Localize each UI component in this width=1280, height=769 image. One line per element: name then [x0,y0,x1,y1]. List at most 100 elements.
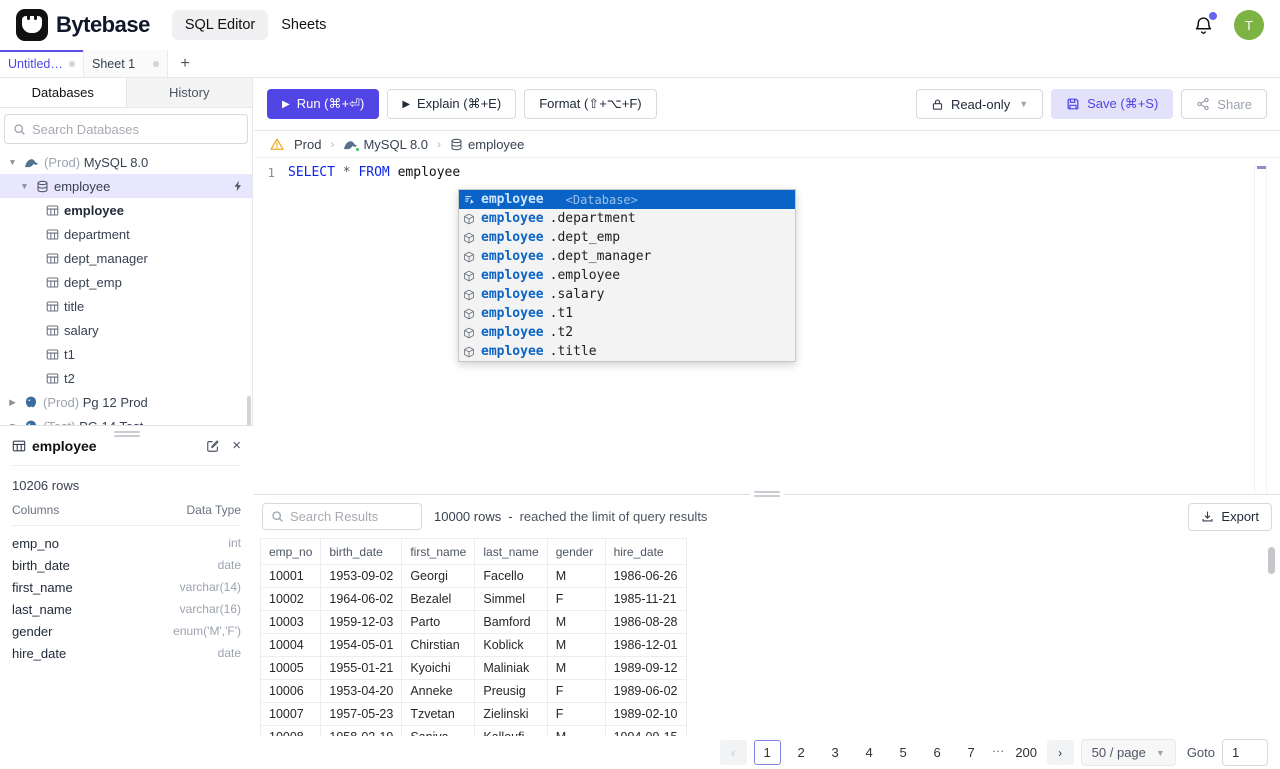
table-row[interactable]: 10005 1955-01-21 Kyoichi Maliniak M 1989-09-1… [259,656,1280,680]
table-cell[interactable]: 10003 [259,610,322,634]
autocomplete-item[interactable]: employee .employee [459,266,795,285]
share-button[interactable]: Share [1181,89,1267,119]
page-button-6[interactable]: 6 [924,740,951,765]
page-button-4[interactable]: 4 [856,740,883,765]
autocomplete-item[interactable]: employee .t2 [459,323,795,342]
breadcrumb-env[interactable]: Prod [294,137,321,152]
sidebar-tab-history[interactable]: History [127,78,253,107]
sql-editor[interactable]: 1 SELECT * FROM employee employee <Databa… [254,163,1280,499]
readonly-mode-button[interactable]: Read-only ▼ [915,89,1044,119]
chevron-right-icon[interactable]: ▶ [6,397,19,408]
table-cell[interactable]: Georgi [401,564,476,588]
table-cell[interactable]: 10005 [259,656,322,680]
results-search-input[interactable] [290,509,413,524]
autocomplete-item[interactable]: employee <Database> [459,190,795,209]
table-cell[interactable]: 1989-02-10 [604,702,687,726]
results-scrollbar[interactable] [1268,547,1275,574]
column-header-birth_date[interactable]: birth_date [320,538,403,565]
column-header-gender[interactable]: gender [546,538,606,565]
results-resize-handle[interactable] [750,489,784,499]
table-cell[interactable]: F [546,679,606,703]
table-cell[interactable]: 1985-11-21 [604,587,687,611]
table-cell[interactable]: Simmel [474,587,548,611]
table-cell[interactable]: 1955-01-21 [320,656,403,680]
nav-sql-editor[interactable]: SQL Editor [171,10,269,40]
column-header-last_name[interactable]: last_name [474,538,548,565]
run-button[interactable]: ▶ Run (⌘+⏎) [267,89,380,119]
table-row[interactable]: 10004 1954-05-01 Chirstian Koblick M 1986-12-… [259,633,1280,657]
next-page-button[interactable]: › [1046,740,1074,765]
close-icon[interactable]: × [232,438,241,453]
table-cell[interactable]: 1986-06-26 [604,564,687,588]
page-button-7[interactable]: 7 [958,740,985,765]
avatar[interactable]: T [1234,10,1264,40]
table-cell[interactable]: 10001 [259,564,322,588]
table-cell[interactable]: 1964-06-02 [320,587,403,611]
tree-item-pg-12-prod[interactable]: ▶ (Prod) Pg 12 Prod [0,390,252,414]
table-row[interactable]: 10002 1964-06-02 Bezalel Simmel F 1985-11-21 [259,587,1280,611]
table-cell[interactable]: Preusig [474,679,548,703]
tree-item-employee[interactable]: employee [0,198,252,222]
table-cell[interactable]: 10002 [259,587,322,611]
sheet-tab[interactable]: Sheet 1 [84,50,168,77]
table-cell[interactable]: F [546,702,606,726]
tree-item-department[interactable]: department [0,222,252,246]
table-cell[interactable]: M [546,633,606,657]
table-cell[interactable]: 1986-12-01 [604,633,687,657]
tree-item-salary[interactable]: salary [0,318,252,342]
table-cell[interactable]: Facello [474,564,548,588]
table-cell[interactable]: Tzvetan [401,702,476,726]
table-cell[interactable]: M [546,564,606,588]
table-cell[interactable]: Anneke [401,679,476,703]
goto-page-input[interactable] [1222,739,1268,766]
export-button[interactable]: Export [1188,502,1272,531]
table-cell[interactable]: Kyoichi [401,656,476,680]
table-cell[interactable]: 1989-06-02 [604,679,687,703]
table-cell[interactable]: 1957-05-23 [320,702,403,726]
table-cell[interactable]: Chirstian [401,633,476,657]
schema-panel-resize-handle[interactable] [113,429,140,439]
edit-schema-icon[interactable] [206,439,220,453]
results-search[interactable] [262,503,422,530]
table-cell[interactable]: Bamford [474,610,548,634]
tree-item-dept_manager[interactable]: dept_manager [0,246,252,270]
page-button-2[interactable]: 2 [788,740,815,765]
table-row[interactable]: 10007 1957-05-23 Tzvetan Zielinski F 1989-02-… [259,702,1280,726]
autocomplete-item[interactable]: employee .title [459,342,795,361]
database-search-input[interactable] [32,121,239,137]
table-cell[interactable]: Koblick [474,633,548,657]
page-button-1[interactable]: 1 [753,740,781,765]
table-cell[interactable]: 10004 [259,633,322,657]
page-size-select[interactable]: 50 / page ▼ [1080,739,1176,766]
add-sheet-button[interactable]: + [168,50,202,77]
breadcrumb-database[interactable]: employee [450,137,524,152]
tree-item-title[interactable]: title [0,294,252,318]
column-header-emp_no[interactable]: emp_no [259,538,322,565]
breadcrumb-instance[interactable]: MySQL 8.0 [343,137,428,152]
table-cell[interactable]: 10007 [259,702,322,726]
table-cell[interactable]: 1954-05-01 [320,633,403,657]
prev-page-button[interactable]: ‹ [719,740,747,765]
tree-item-employee[interactable]: ▼ employee [0,174,252,198]
table-cell[interactable]: 1959-12-03 [320,610,403,634]
connect-bolt-icon[interactable] [232,180,244,192]
database-search[interactable] [4,114,248,144]
table-row[interactable]: 10006 1953-04-20 Anneke Preusig F 1989-06-02 [259,679,1280,703]
column-header-hire_date[interactable]: hire_date [604,538,687,565]
page-button-5[interactable]: 5 [890,740,917,765]
table-cell[interactable]: Maliniak [474,656,548,680]
editor-minimap[interactable] [1254,163,1267,493]
table-cell[interactable]: 10006 [259,679,322,703]
autocomplete-item[interactable]: employee .department [459,209,795,228]
autocomplete-item[interactable]: employee .dept_emp [459,228,795,247]
tree-item-mysql-8-0[interactable]: ▼ (Prod) MySQL 8.0 [0,150,252,174]
table-row[interactable]: 10001 1953-09-02 Georgi Facello M 1986-06-26 [259,564,1280,588]
autocomplete-item[interactable]: employee .salary [459,285,795,304]
table-row[interactable]: 10003 1959-12-03 Parto Bamford M 1986-08-28 [259,610,1280,634]
tree-item-t1[interactable]: t1 [0,342,252,366]
table-cell[interactable]: 1953-04-20 [320,679,403,703]
page-button-200[interactable]: 200 [1013,740,1040,765]
table-cell[interactable]: Zielinski [474,702,548,726]
tree-item-t2[interactable]: t2 [0,366,252,390]
nav-sheets[interactable]: Sheets [268,10,339,40]
